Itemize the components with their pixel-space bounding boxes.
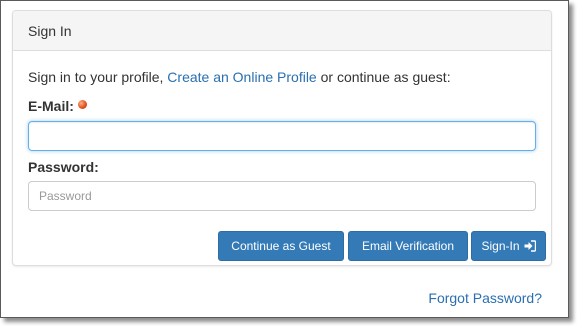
intro-text: Sign in to your profile, Create an Onlin… xyxy=(28,69,451,85)
email-verification-label: Email Verification xyxy=(361,239,455,253)
create-profile-link[interactable]: Create an Online Profile xyxy=(167,69,316,85)
email-label: E-Mail: xyxy=(28,98,74,114)
email-field[interactable] xyxy=(28,121,536,151)
intro-prefix: Sign in to your profile, xyxy=(28,69,164,85)
sign-in-button[interactable]: Sign-In xyxy=(471,231,546,261)
continue-as-guest-label: Continue as Guest xyxy=(231,239,331,253)
sign-in-panel: Sign In Sign in to your profile, Create … xyxy=(12,10,552,266)
dialog-frame: Sign In Sign in to your profile, Create … xyxy=(0,0,569,318)
required-dot-icon xyxy=(77,100,87,109)
email-label-row: E-Mail: xyxy=(28,98,87,114)
forgot-password-link[interactable]: Forgot Password? xyxy=(428,290,542,306)
panel-heading: Sign In xyxy=(13,11,551,51)
panel-title: Sign In xyxy=(28,23,72,39)
intro-suffix: or continue as guest: xyxy=(320,69,451,85)
continue-as-guest-button[interactable]: Continue as Guest xyxy=(218,231,344,261)
email-verification-button[interactable]: Email Verification xyxy=(348,231,468,261)
password-label: Password: xyxy=(28,159,99,175)
sign-in-icon xyxy=(524,240,536,252)
sign-in-label: Sign-In xyxy=(481,239,520,253)
password-field[interactable] xyxy=(28,181,536,211)
